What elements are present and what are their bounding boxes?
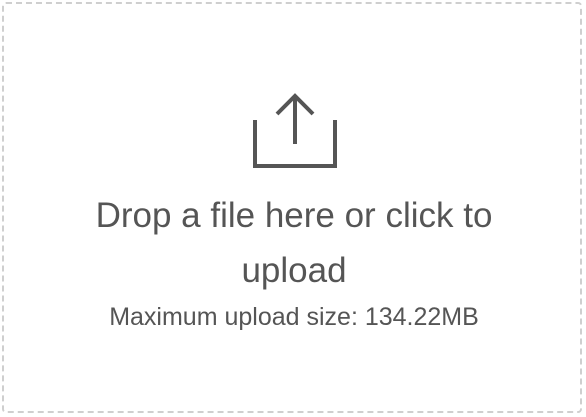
upload-icon xyxy=(253,92,339,170)
upload-size-limit: Maximum upload size: 134.22MB xyxy=(109,303,479,331)
dropzone-prompt: Drop a file here or click to upload xyxy=(95,196,493,290)
file-dropzone[interactable]: Drop a file here or click to upload Maxi… xyxy=(2,2,582,413)
